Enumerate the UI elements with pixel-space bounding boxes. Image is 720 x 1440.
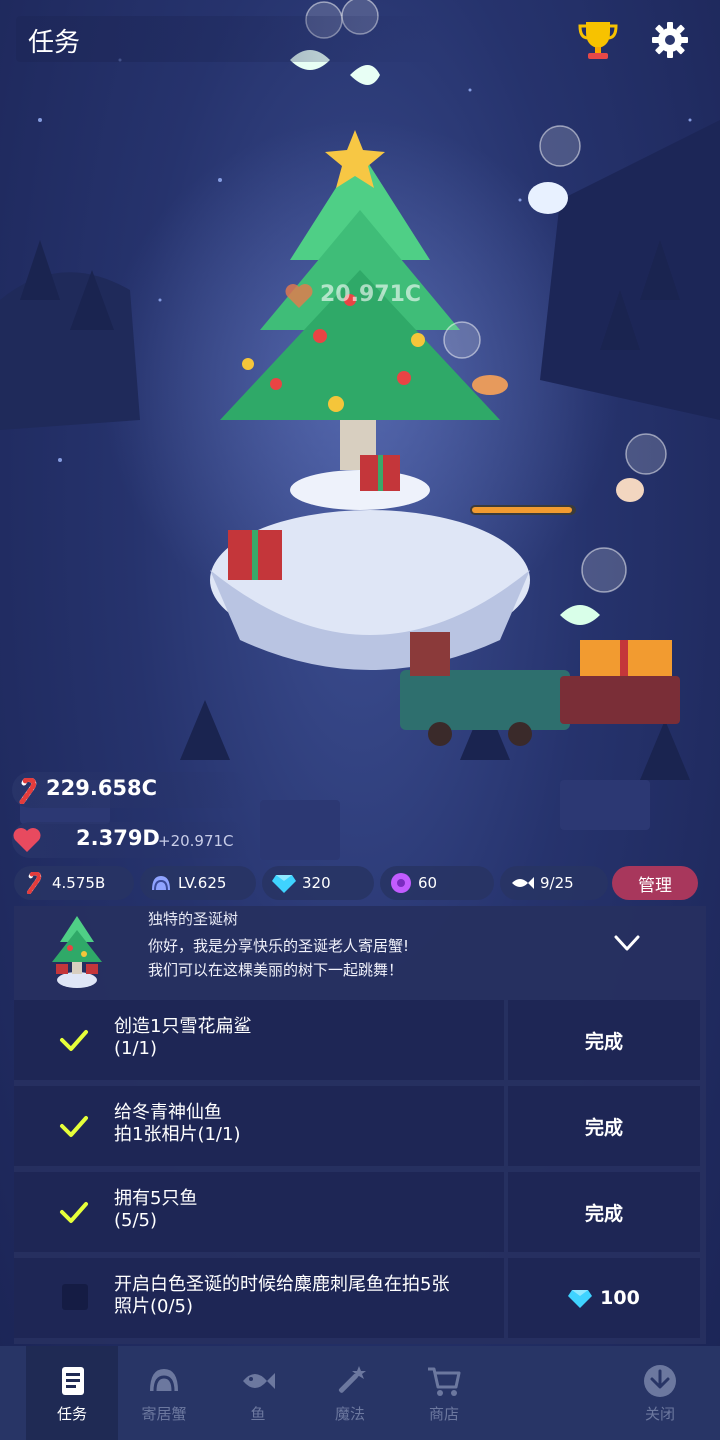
fish-icon (512, 877, 534, 889)
candy-cane-icon (19, 778, 37, 804)
magic-wand-icon (338, 1365, 366, 1393)
love-amount: 2.379D (76, 826, 160, 850)
task-row: 拥有5只鱼 (5/5) 完成 (14, 1172, 706, 1252)
reward-amount: 100 (600, 1287, 640, 1309)
heart-icon (285, 284, 313, 308)
level-value: LV.625 (178, 874, 227, 892)
story-line: 你好，我是分享快乐的圣诞老人寄居蟹! (148, 937, 410, 955)
heart-icon (13, 828, 41, 852)
task-title: 给冬青神仙鱼 (114, 1102, 222, 1123)
diamond-icon (568, 1290, 593, 1308)
level-pill: LV.625 (140, 866, 256, 900)
pearl-pill: 60 (380, 866, 494, 900)
nav-item-close[interactable]: 关闭 (614, 1346, 706, 1440)
candy-rate-value: 4.575B (52, 874, 106, 892)
task-title: 拥有5只鱼 (114, 1188, 198, 1209)
task-info: 开启白色圣诞的时候给麋鹿刺尾鱼在拍5张 照片(0/5) (14, 1258, 504, 1338)
task-description: 创造1只雪花扁鲨 (1/1) (114, 1016, 504, 1060)
story-title: 独特的圣诞树 (148, 910, 239, 928)
nav-label: 魔法 (334, 1404, 365, 1423)
checkmark-icon (60, 1030, 88, 1051)
page-title: 任务 (28, 28, 81, 58)
cart-icon (428, 1367, 461, 1396)
hermit-crab-icon (150, 1368, 178, 1391)
pearl-icon (391, 873, 411, 893)
task-info: 创造1只雪花扁鲨 (1/1) (14, 1000, 504, 1080)
nav-label: 任务 (56, 1404, 87, 1423)
task-row: 开启白色圣诞的时候给麋鹿刺尾鱼在拍5张 照片(0/5) 100 (14, 1258, 706, 1338)
gem-value: 320 (302, 874, 331, 892)
task-row: 创造1只雪花扁鲨 (1/1) 完成 (14, 1000, 706, 1080)
complete-button[interactable]: 完成 (508, 1086, 700, 1166)
chevron-down-icon[interactable] (612, 928, 642, 958)
task-title: 开启白色圣诞的时候给麋鹿刺尾鱼在拍5张 (114, 1274, 450, 1295)
fish-icon (243, 1372, 275, 1389)
nav-label: 鱼 (250, 1404, 266, 1423)
task-progress: 拍1张相片(1/1) (114, 1124, 241, 1145)
nav-item-fish[interactable]: 鱼 (212, 1346, 304, 1440)
gear-icon[interactable] (650, 20, 690, 60)
task-progress: (1/1) (114, 1038, 158, 1059)
scroll-icon (62, 1366, 84, 1395)
nav-item-tasks[interactable]: 任务 (26, 1346, 118, 1440)
candy-rate-pill: 4.575B (14, 866, 134, 900)
christmas-tree-thumbnail (52, 916, 102, 988)
task-progress: (5/5) (114, 1210, 158, 1231)
unchecked-box (62, 1284, 88, 1310)
story-text: 你好，我是分享快乐的圣诞老人寄居蟹! 我们可以在这棵美丽的树下一起跳舞！ (148, 934, 409, 982)
fish-count-value: 9/25 (540, 874, 574, 892)
complete-button[interactable]: 完成 (508, 1000, 700, 1080)
gem-pill: 320 (262, 866, 374, 900)
nav-item-shop[interactable]: 商店 (398, 1346, 490, 1440)
fish-count-pill: 9/25 (500, 866, 608, 900)
task-description: 给冬青神仙鱼 拍1张相片(1/1) (114, 1102, 504, 1146)
task-info: 给冬青神仙鱼 拍1张相片(1/1) (14, 1086, 504, 1166)
task-panel: 独特的圣诞树 你好，我是分享快乐的圣诞老人寄居蟹! 我们可以在这棵美丽的树下一起… (14, 906, 706, 1344)
candy-cane-icon (26, 872, 42, 894)
heart-total-value: 20.971C (320, 282, 422, 307)
nav-label: 关闭 (644, 1404, 675, 1423)
pearl-value: 60 (418, 874, 438, 892)
task-description: 开启白色圣诞的时候给麋鹿刺尾鱼在拍5张 照片(0/5) (114, 1274, 504, 1318)
checkmark-icon (60, 1116, 88, 1137)
bottom-nav: 任务 寄居蟹 鱼 魔法 商店 关闭 (0, 1346, 720, 1440)
task-info: 拥有5只鱼 (5/5) (14, 1172, 504, 1252)
close-arrow-icon (644, 1364, 676, 1397)
nav-label: 寄居蟹 (141, 1404, 187, 1423)
reward-button[interactable]: 100 (508, 1258, 700, 1338)
task-row: 给冬青神仙鱼 拍1张相片(1/1) 完成 (14, 1086, 706, 1166)
complete-button[interactable]: 完成 (508, 1172, 700, 1252)
hermit-crab-shell-icon (152, 876, 170, 891)
task-progress: 照片(0/5) (114, 1296, 194, 1317)
diamond-icon (272, 875, 296, 893)
manage-button[interactable]: 管理 (612, 866, 698, 900)
nav-item-magic[interactable]: 魔法 (304, 1346, 396, 1440)
nav-item-hermit-crab[interactable]: 寄居蟹 (118, 1346, 210, 1440)
love-rate: +20.971C (158, 832, 234, 850)
story-line: 我们可以在这棵美丽的树下一起跳舞！ (148, 961, 404, 979)
trophy-icon[interactable] (578, 18, 618, 62)
candy-amount: 229.658C (46, 776, 158, 800)
nav-label: 商店 (428, 1404, 459, 1423)
task-description: 拥有5只鱼 (5/5) (114, 1188, 504, 1232)
checkmark-icon (60, 1202, 88, 1223)
story-header[interactable]: 独特的圣诞树 你好，我是分享快乐的圣诞老人寄居蟹! 我们可以在这棵美丽的树下一起… (14, 906, 706, 994)
task-title: 创造1只雪花扁鲨 (114, 1016, 252, 1037)
